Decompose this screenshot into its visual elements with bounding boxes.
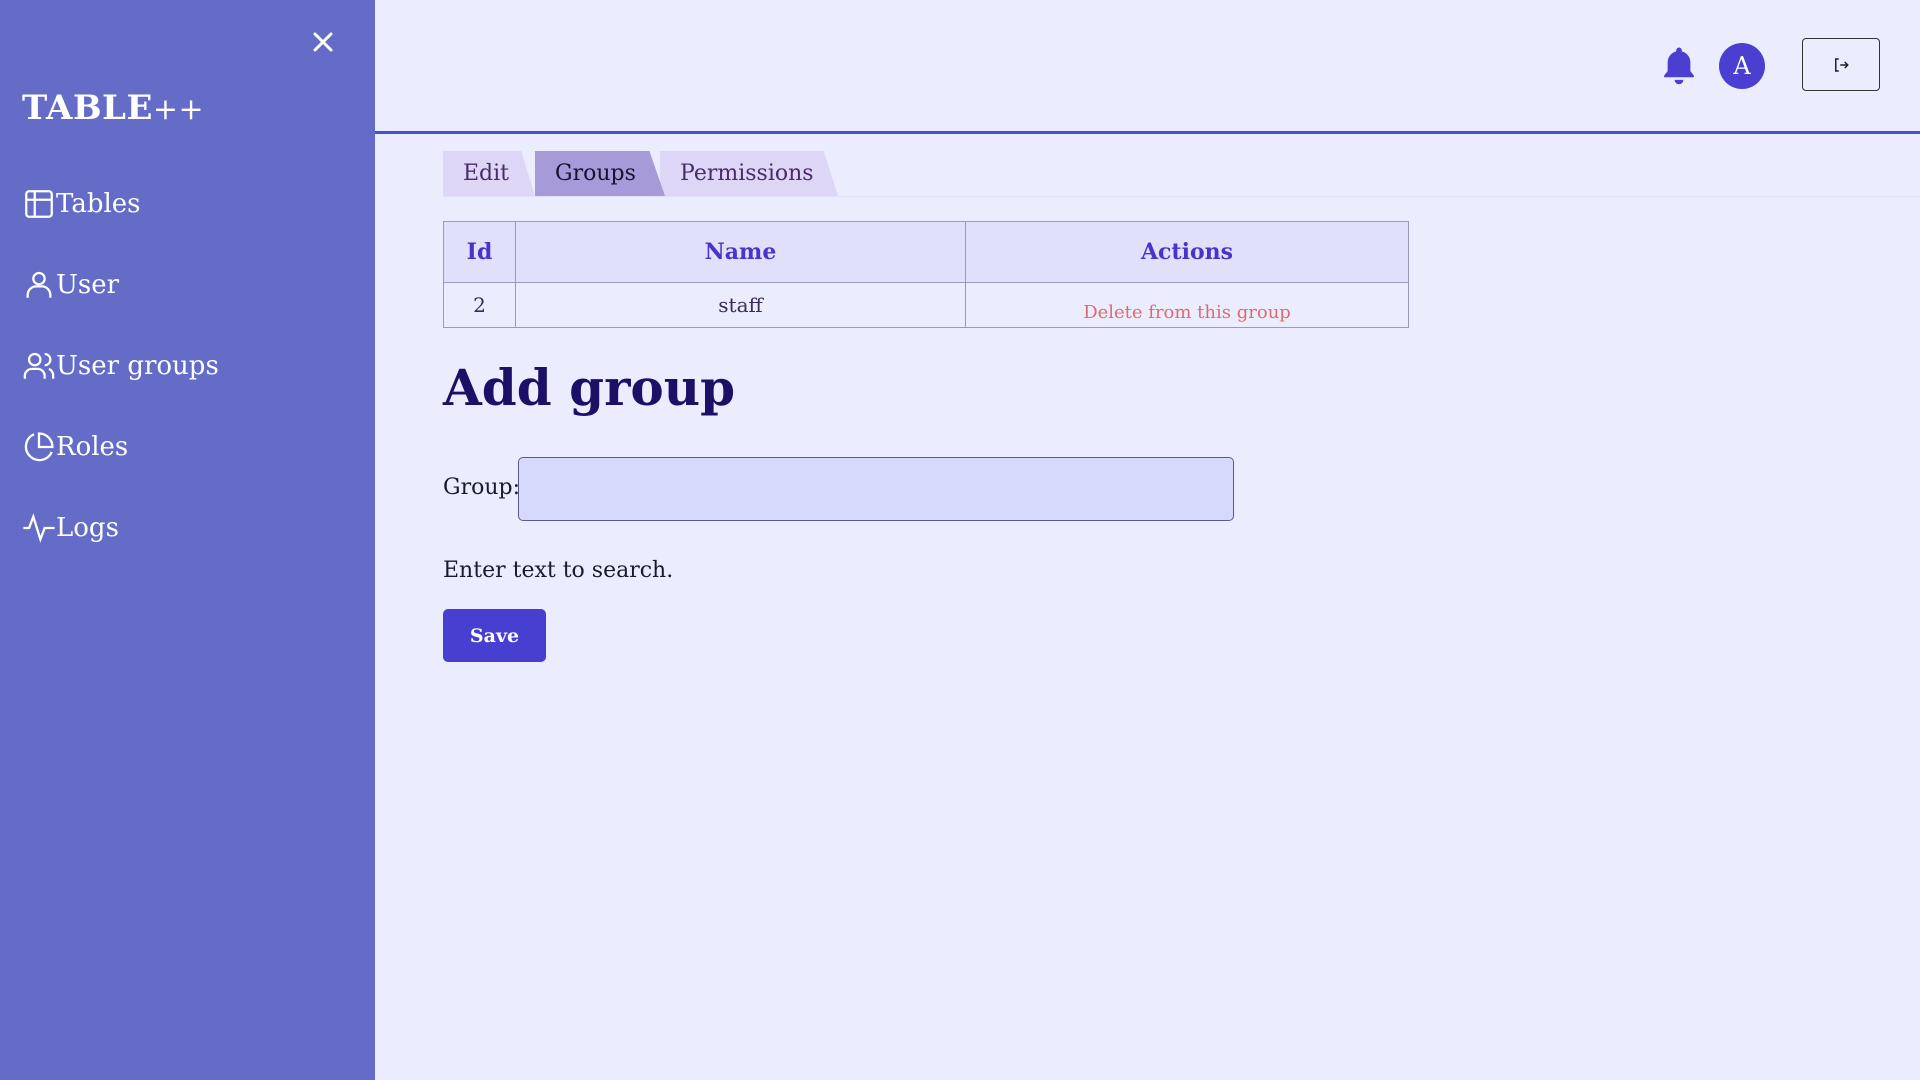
sidebar-item-label: Roles [56, 432, 129, 462]
sidebar-item-label: User groups [56, 351, 219, 381]
activity-icon [23, 513, 55, 543]
group-label: Group: [443, 475, 520, 500]
sidebar-item-logs[interactable]: Logs [22, 506, 219, 550]
sidebar-item-user-groups[interactable]: User groups [22, 344, 219, 388]
tab-bar: Edit Permissions Groups [443, 151, 1920, 197]
save-button[interactable]: Save [443, 609, 546, 662]
group-input[interactable] [518, 457, 1234, 521]
cell-name: staff [515, 282, 966, 328]
sidebar-item-label: User [56, 270, 120, 300]
table-header-row: Id Name Actions [443, 221, 1409, 283]
close-icon [313, 32, 333, 52]
delete-from-group-link[interactable]: Delete from this group [1083, 302, 1291, 323]
column-header-actions: Actions [965, 221, 1409, 283]
cell-actions: Delete from this group [965, 282, 1409, 328]
pie-chart-icon [24, 432, 54, 462]
tab-label: Groups [555, 161, 636, 186]
search-hint: Enter text to search. [443, 558, 674, 583]
brand-name: TABLE [22, 88, 153, 128]
page-heading: Add group [443, 358, 736, 417]
sidebar-item-label: Logs [56, 513, 119, 543]
groups-table: Id Name Actions 2 staff Delete from this… [443, 221, 1409, 328]
sidebar: TABLE++ Tables User User groups Roles Lo… [0, 0, 375, 1080]
tab-groups[interactable]: Groups [535, 151, 665, 196]
sidebar-item-roles[interactable]: Roles [22, 425, 219, 469]
tab-label: Edit [463, 161, 510, 186]
logout-button[interactable] [1802, 38, 1880, 91]
close-sidebar-button[interactable] [305, 24, 341, 60]
logout-icon [1835, 57, 1849, 72]
app-logo[interactable]: TABLE++ [22, 88, 204, 128]
column-header-id[interactable]: Id [443, 221, 516, 283]
table-row: 2 staff Delete from this group [443, 282, 1409, 328]
sidebar-item-label: Tables [56, 189, 141, 219]
users-icon [23, 352, 55, 379]
tab-label: Permissions [680, 161, 814, 186]
tab-permissions[interactable]: Permissions [660, 151, 838, 196]
bell-icon[interactable] [1658, 44, 1700, 86]
sidebar-item-user[interactable]: User [22, 263, 219, 307]
sidebar-nav: Tables User User groups Roles Logs [22, 182, 219, 587]
avatar[interactable]: A [1719, 43, 1765, 89]
table-icon [25, 190, 53, 218]
tab-edit[interactable]: Edit [443, 151, 535, 196]
user-icon [26, 271, 52, 298]
avatar-initial: A [1733, 52, 1751, 80]
cell-id: 2 [443, 282, 516, 328]
brand-suffix: ++ [152, 92, 205, 127]
column-header-name[interactable]: Name [515, 221, 966, 283]
sidebar-item-tables[interactable]: Tables [22, 182, 219, 226]
